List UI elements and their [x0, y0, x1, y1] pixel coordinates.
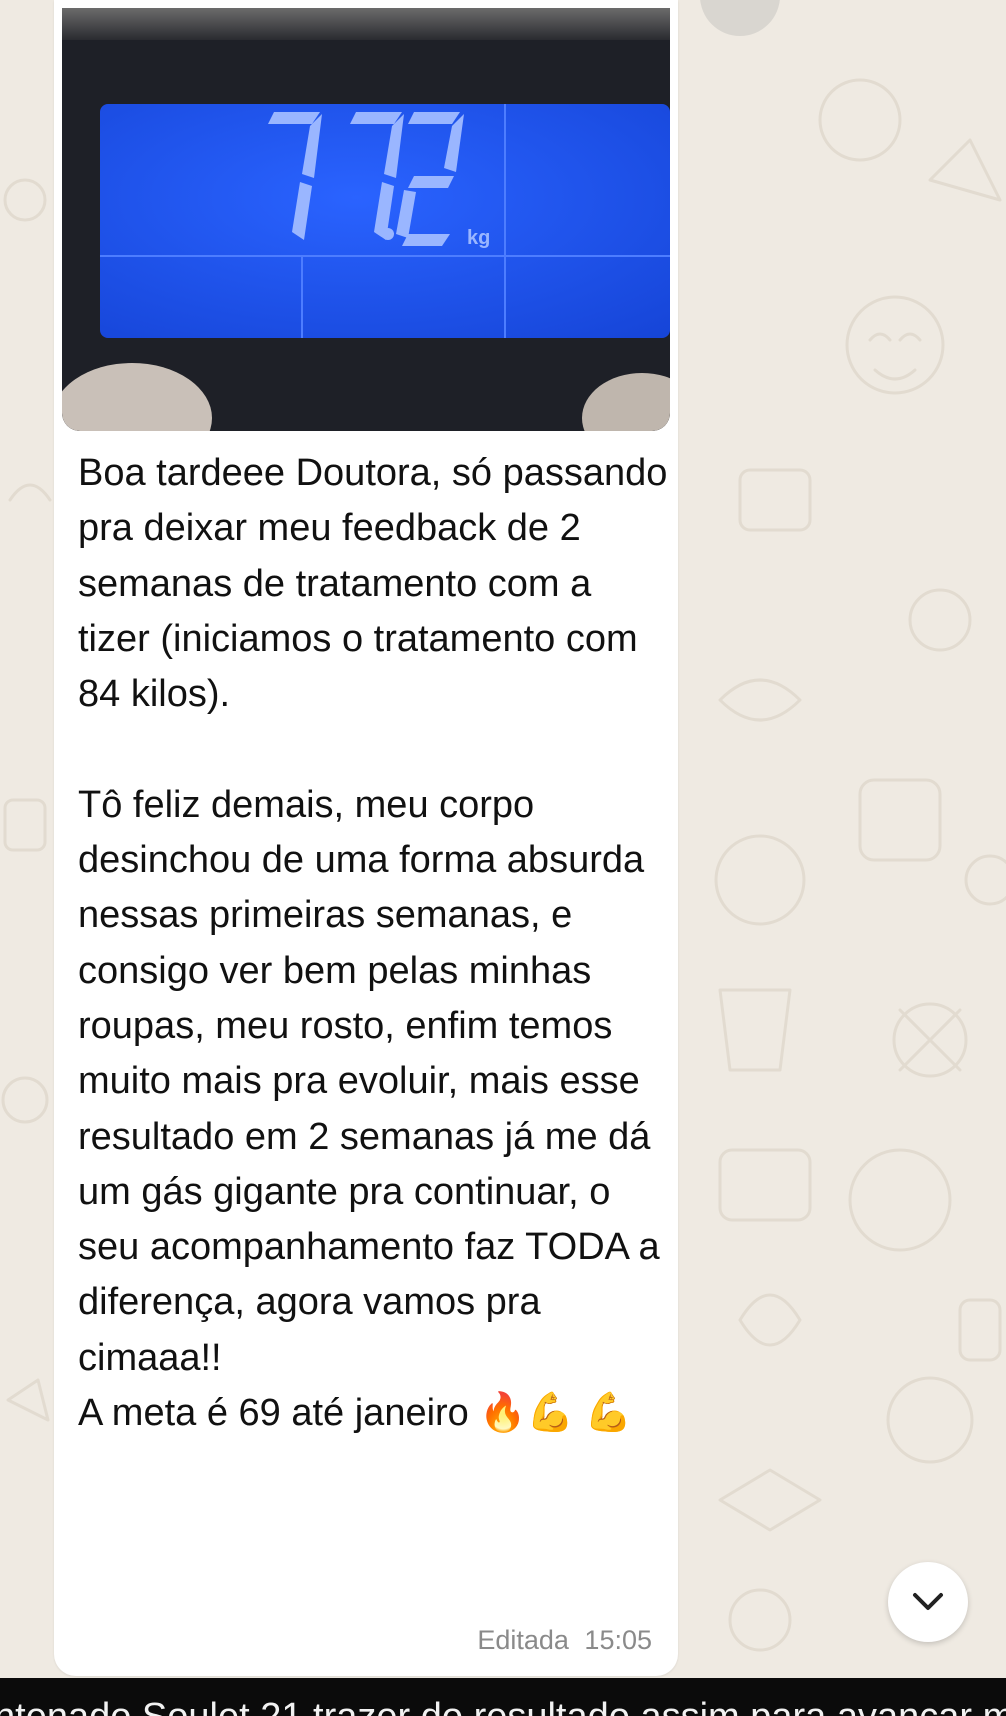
scale-unit: kg — [467, 227, 490, 249]
scale-photo-image: kg — [62, 8, 670, 431]
message-text: Boa tardeee Doutora, só passando pra dei… — [78, 452, 668, 1435]
scroll-down-button[interactable] — [888, 1562, 968, 1642]
caption-text: ntenado Soulet 21 trazer do resultado as… — [0, 1696, 1006, 1716]
message-meta: Editada 15:05 — [477, 1625, 652, 1656]
edited-label: Editada — [477, 1625, 569, 1655]
message-bubble[interactable]: kg Boa tardeee Doutora, só passando pra … — [54, 0, 678, 1676]
caption-bar: ntenado Soulet 21 trazer do resultado as… — [0, 1678, 1006, 1716]
chevron-down-icon — [913, 1593, 943, 1610]
message-time: 15:05 — [584, 1625, 652, 1655]
scale-photo[interactable]: kg — [62, 8, 670, 431]
